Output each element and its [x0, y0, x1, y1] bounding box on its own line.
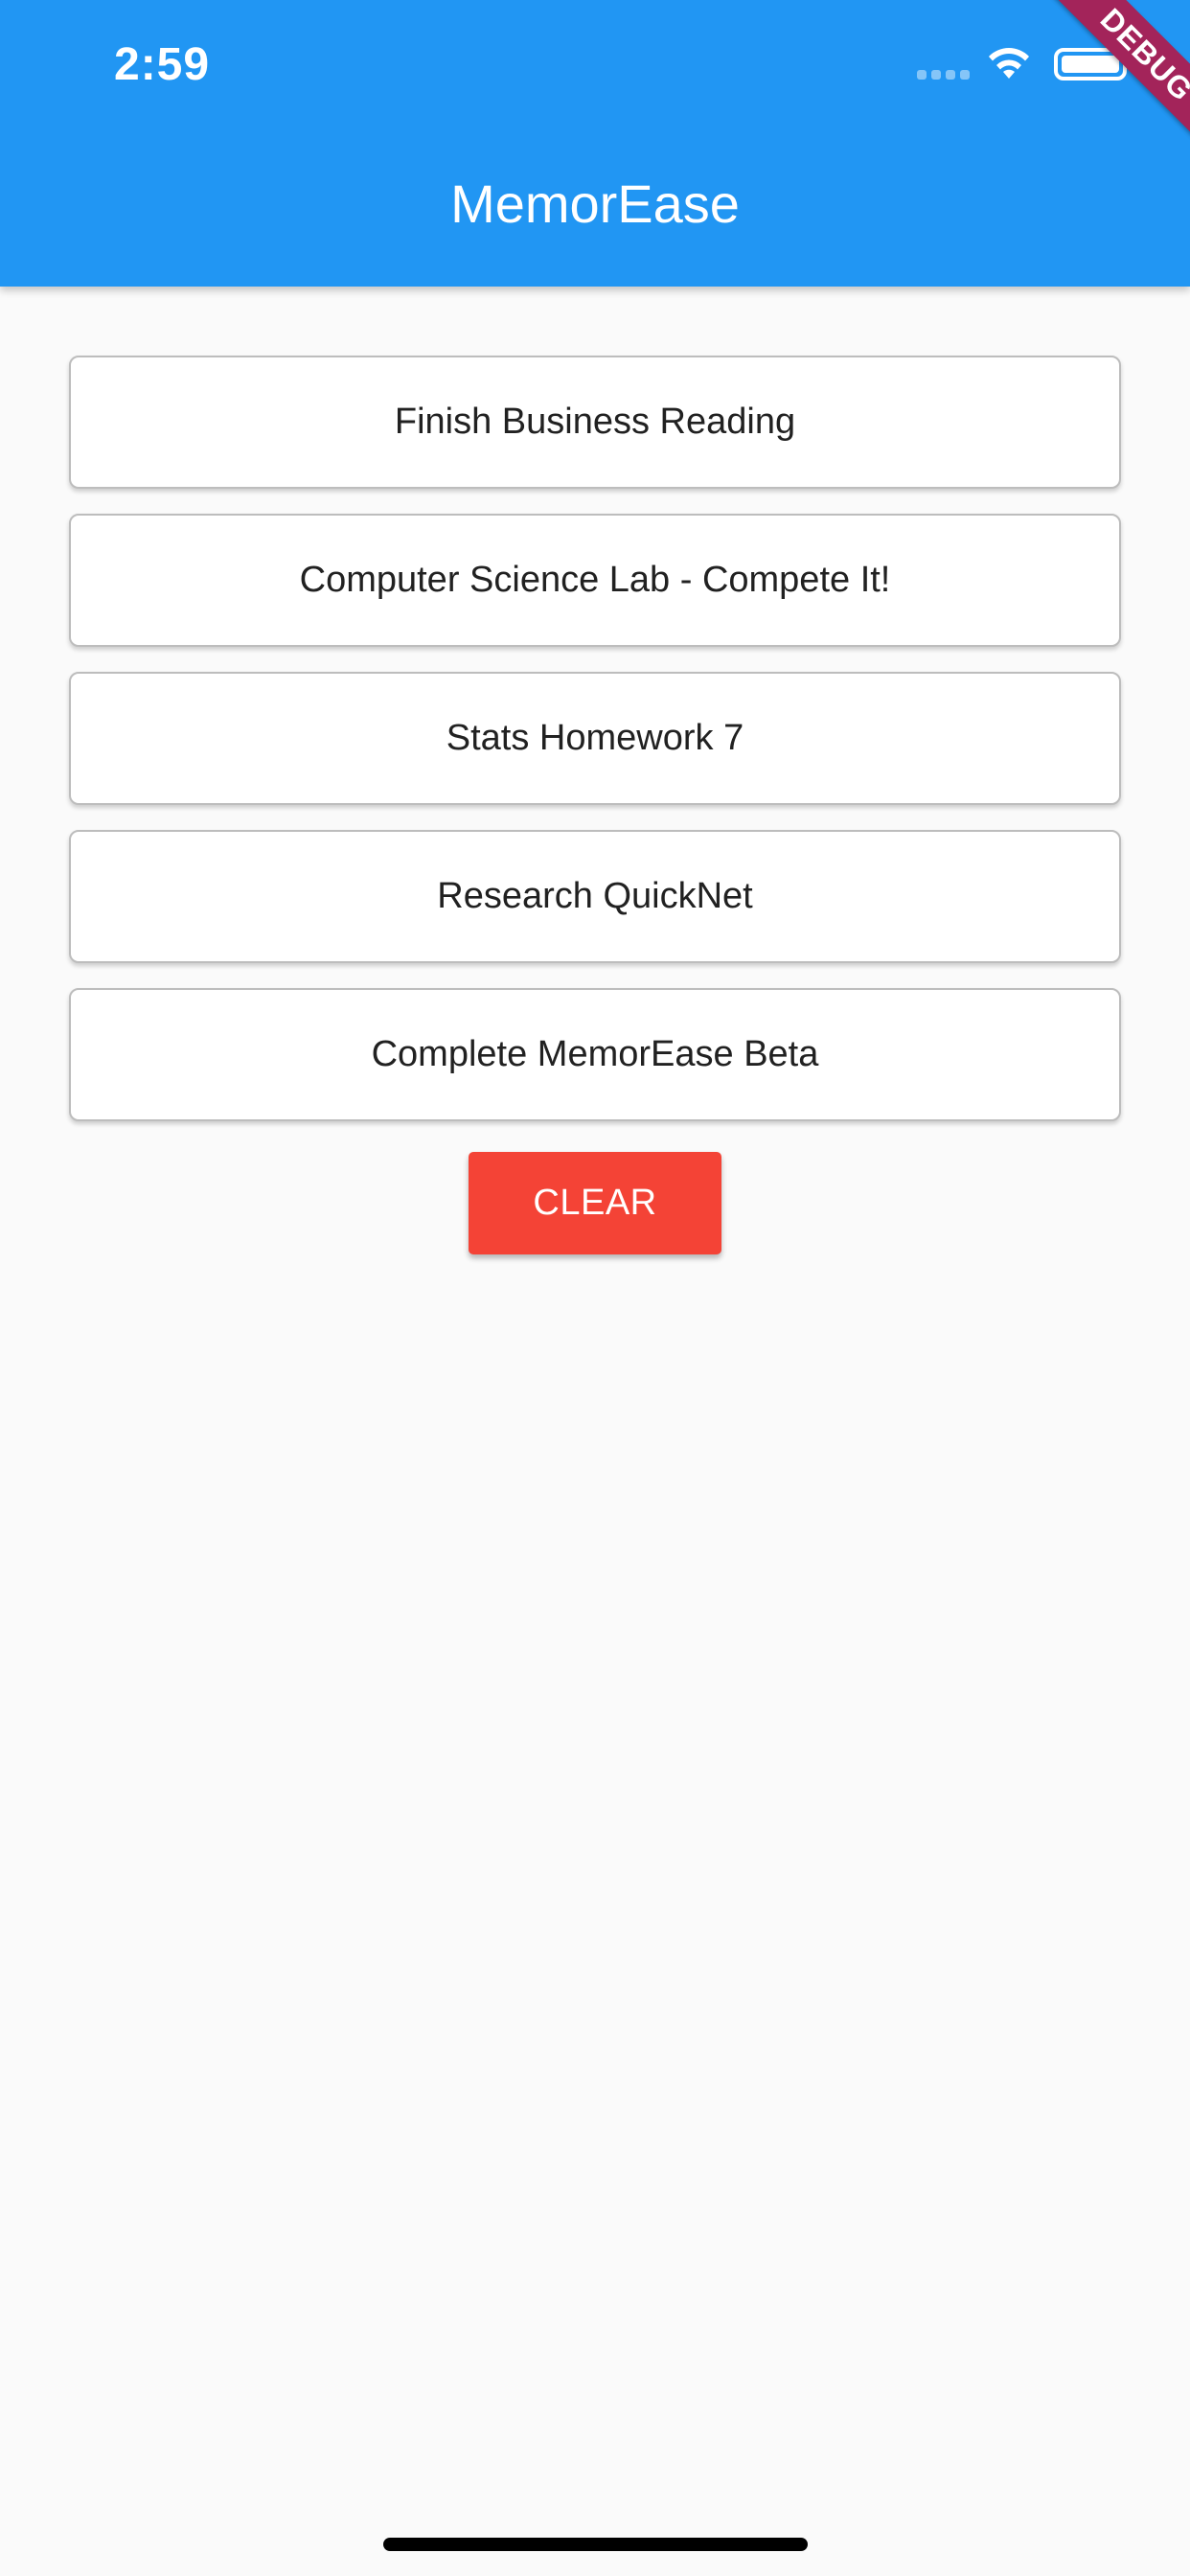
app-bar: 2:59 MemorEase DEBUG — [0, 0, 1190, 287]
task-item[interactable]: Stats Homework 7 — [69, 672, 1121, 805]
wifi-icon — [989, 48, 1029, 79]
clear-button-container: CLEAR — [469, 1152, 721, 1254]
task-item[interactable]: Complete MemorEase Beta — [69, 988, 1121, 1121]
page-title: MemorEase — [450, 173, 740, 234]
debug-banner: DEBUG — [1028, 0, 1190, 173]
task-list: Finish Business Reading Computer Science… — [69, 356, 1121, 1146]
status-time: 2:59 — [114, 39, 211, 90]
task-item[interactable]: Computer Science Lab - Compete It! — [69, 514, 1121, 647]
clear-button[interactable]: CLEAR — [469, 1152, 721, 1254]
task-item[interactable]: Finish Business Reading — [69, 356, 1121, 489]
cellular-signal-icon — [917, 70, 971, 81]
home-indicator[interactable] — [383, 2538, 808, 2551]
task-item[interactable]: Research QuickNet — [69, 830, 1121, 963]
